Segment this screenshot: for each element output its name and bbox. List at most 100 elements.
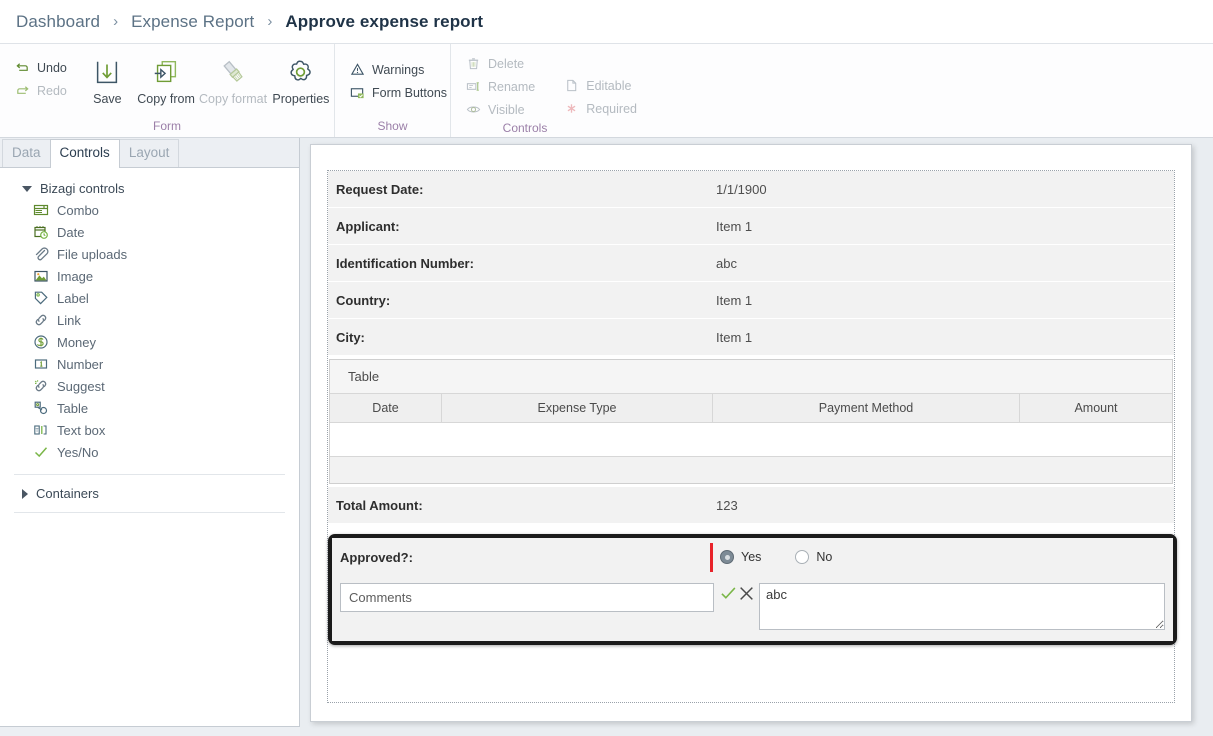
field-row-applicant[interactable]: Applicant: Item 1 [328, 208, 1174, 244]
copy-format-icon [218, 54, 248, 90]
tab-data[interactable]: Data [2, 139, 51, 167]
selection-caret [710, 543, 713, 572]
field-row-city[interactable]: City: Item 1 [328, 319, 1174, 355]
confirm-button[interactable] [720, 585, 737, 602]
visible-control-button[interactable]: Visible [461, 98, 539, 121]
undo-label: Undo [37, 60, 67, 75]
field-label: Applicant: [336, 218, 400, 234]
paperclip-icon [32, 246, 49, 263]
radio-yes-indicator[interactable] [720, 550, 734, 564]
ribbon-group-controls: Delete Rename Visible Editable Required … [450, 44, 637, 137]
palette-item-file-uploads[interactable]: File uploads [0, 243, 299, 265]
approved-section-container[interactable]: Approved?: Yes No [328, 534, 1177, 645]
palette-item-date[interactable]: Date [0, 221, 299, 243]
field-value: 123 [716, 497, 738, 513]
field-row-request-date[interactable]: Request Date: 1/1/1900 [328, 171, 1174, 207]
palette-group-bizagi-controls[interactable]: Bizagi controls [0, 178, 299, 199]
table-control[interactable]: Table Date Expense Type Payment Method A… [329, 359, 1173, 484]
palette-item-yes-no[interactable]: Yes/No [0, 441, 299, 463]
form-designer-canvas: Request Date: 1/1/1900 Applicant: Item 1… [300, 138, 1213, 736]
comments-edit-row [332, 576, 1173, 641]
breadcrumb: Dashboard › Expense Report › Approve exp… [0, 0, 1213, 44]
delete-control-button[interactable]: Delete [461, 52, 539, 75]
palette-divider [14, 512, 285, 513]
breadcrumb-item-dashboard[interactable]: Dashboard [14, 12, 102, 32]
field-row-total-amount[interactable]: Total Amount: 123 [328, 487, 1174, 523]
field-row-identification-number[interactable]: Identification Number: abc [328, 245, 1174, 281]
copy-format-label: Copy format [199, 92, 268, 106]
date-icon [32, 224, 49, 241]
radio-option-yes[interactable]: Yes [720, 550, 761, 564]
image-icon [32, 268, 49, 285]
copy-from-icon [151, 54, 181, 90]
table-column-header-date[interactable]: Date [330, 394, 442, 422]
redo-button[interactable]: Redo [10, 79, 71, 102]
palette-divider [14, 474, 285, 475]
field-value: Item 1 [716, 218, 753, 234]
money-icon [32, 334, 49, 351]
trash-icon [465, 56, 481, 72]
radio-no-label: No [816, 550, 833, 564]
palette-item-image[interactable]: Image [0, 265, 299, 287]
palette-item-number[interactable]: Number [0, 353, 299, 375]
palette-item-table[interactable]: Table [0, 397, 299, 419]
ribbon-show-stack: Warnings Form Buttons [335, 48, 461, 104]
cancel-button[interactable] [738, 585, 755, 602]
palette-item-label[interactable]: Label [0, 287, 299, 309]
redo-icon [14, 83, 30, 99]
undo-button[interactable]: Undo [10, 56, 71, 79]
palette-item-link[interactable]: Link [0, 309, 299, 331]
comments-name-input[interactable] [340, 583, 714, 612]
visible-label: Visible [488, 102, 525, 117]
field-value: 1/1/1900 [716, 181, 767, 197]
palette-item-suggest[interactable]: Suggest [0, 375, 299, 397]
comments-textarea[interactable] [759, 583, 1165, 630]
copy-format-button[interactable]: Copy format [198, 48, 267, 106]
combo-icon [32, 202, 49, 219]
rename-control-button[interactable]: Rename [461, 75, 539, 98]
chevron-right-icon [22, 488, 28, 499]
save-button[interactable]: Save [81, 48, 134, 106]
palette-group-containers[interactable]: Containers [0, 483, 299, 504]
form-buttons-label: Form Buttons [372, 85, 448, 100]
table-column-header-amount[interactable]: Amount [1020, 394, 1172, 422]
copy-from-label: Copy from [137, 92, 195, 106]
radio-option-no[interactable]: No [795, 550, 832, 564]
copy-from-button[interactable]: Copy from [134, 48, 199, 106]
palette-item-label: Image [57, 268, 94, 284]
form-buttons-toggle[interactable]: Form Buttons [345, 81, 451, 104]
palette-item-combo[interactable]: Combo [0, 199, 299, 221]
ribbon-controls-stack-1: Delete Rename Visible [451, 48, 549, 121]
breadcrumb-separator: › [113, 13, 119, 30]
palette-item-label: Label [57, 290, 89, 306]
approved-radio-group: Yes No [710, 543, 832, 572]
palette-item-money[interactable]: Money [0, 331, 299, 353]
field-row-country[interactable]: Country: Item 1 [328, 282, 1174, 318]
tag-icon [32, 290, 49, 307]
tab-controls[interactable]: Controls [49, 139, 120, 168]
table-column-header-payment-method[interactable]: Payment Method [713, 394, 1020, 422]
warnings-label: Warnings [372, 62, 425, 77]
breadcrumb-item-expense-report[interactable]: Expense Report [129, 12, 256, 32]
editable-control-button[interactable]: Editable [559, 74, 641, 97]
table-column-header-expense-type[interactable]: Expense Type [442, 394, 713, 422]
breadcrumb-item-current: Approve expense report [285, 11, 484, 31]
panel-bottom-strip [0, 726, 300, 736]
table-icon [32, 400, 49, 417]
required-label: Required [586, 101, 637, 116]
controls-panel: Data Controls Layout Bizagi controls Com… [0, 138, 300, 736]
required-control-button[interactable]: Required [559, 97, 641, 120]
radio-no-indicator[interactable] [795, 550, 810, 564]
properties-button[interactable]: Properties [268, 48, 334, 106]
form-surface: Request Date: 1/1/1900 Applicant: Item 1… [327, 170, 1177, 703]
ribbon-group-form: Undo Redo Save Copy from Copy format Pro… [0, 44, 334, 137]
tab-layout[interactable]: Layout [118, 139, 180, 167]
ribbon-group-title-form: Form [153, 119, 181, 133]
editable-label: Editable [586, 78, 632, 93]
eye-icon [465, 102, 481, 118]
delete-label: Delete [488, 56, 525, 71]
palette-item-text-box[interactable]: T Text box [0, 419, 299, 441]
warnings-toggle[interactable]: Warnings [345, 58, 451, 81]
field-row-approved[interactable]: Approved?: Yes No [332, 538, 1173, 576]
rename-label: Rename [488, 79, 536, 94]
